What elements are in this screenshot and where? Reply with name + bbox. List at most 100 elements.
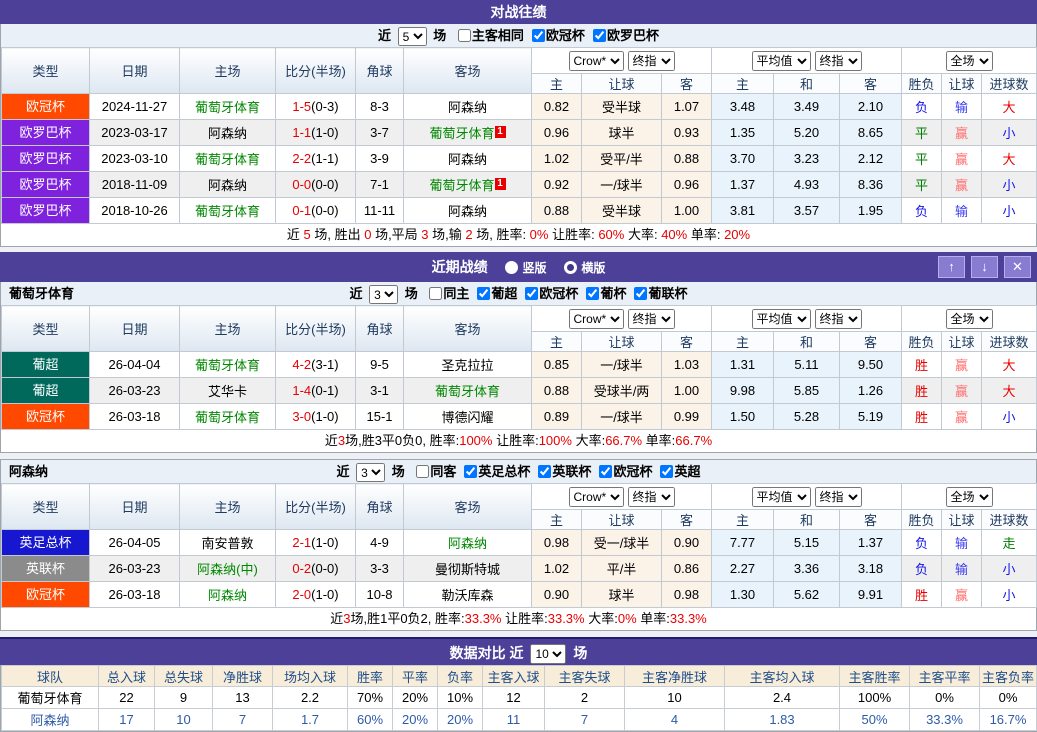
league-filter-checkbox[interactable]	[464, 465, 477, 478]
same-venue-checkbox[interactable]	[416, 465, 429, 478]
half-score: (0-0)	[311, 177, 338, 192]
sub-column-header: 主	[532, 74, 582, 94]
column-header: 主场	[180, 484, 276, 530]
result-value: 小	[1003, 178, 1016, 193]
sub-column-header: 和	[774, 74, 840, 94]
league-filter-checkbox[interactable]	[634, 287, 647, 300]
league-filter-checkbox[interactable]	[660, 465, 673, 478]
result-value: 小	[1003, 562, 1016, 577]
result-cell: 胜	[902, 404, 942, 430]
arrow-down-icon[interactable]: ↓	[971, 256, 998, 278]
result-cell: 负	[902, 556, 942, 582]
full-match-select[interactable]: 全场	[946, 309, 993, 329]
league-filter-checkbox[interactable]	[532, 29, 545, 42]
same-venue-checkbox[interactable]	[458, 29, 471, 42]
close-icon[interactable]: ✕	[1004, 256, 1031, 278]
same-venue-checkbox[interactable]	[429, 287, 442, 300]
away-cell: 葡萄牙体育1	[404, 120, 532, 146]
league-filter-checkbox[interactable]	[477, 287, 490, 300]
odds-cell: 1.00	[662, 378, 712, 404]
league-filter-checkbox[interactable]	[586, 287, 599, 300]
date-cell: 2024-11-27	[90, 94, 180, 120]
scope-select-group: 全场	[902, 306, 1037, 332]
stat-cell: 100%	[840, 687, 910, 709]
average-type-select[interactable]: 平均值	[752, 309, 811, 329]
odds-select-group: Crow*终指	[532, 484, 712, 510]
average-select-group: 平均值终指	[712, 306, 902, 332]
odds-company-select[interactable]: Crow*	[569, 51, 624, 71]
near-games-select[interactable]: 5	[398, 27, 427, 46]
full-match-select[interactable]: 全场	[946, 487, 993, 507]
odds-cell: 一/球半	[582, 172, 662, 198]
away-cell: 圣克拉拉	[404, 352, 532, 378]
stat-cell: 2	[545, 687, 625, 709]
result-cell: 赢	[942, 582, 982, 608]
summary-segment: 0%	[618, 611, 637, 626]
stat-cell: 1.7	[273, 709, 348, 731]
league-filter-checkbox[interactable]	[593, 29, 606, 42]
near-games-select[interactable]: 3	[356, 463, 385, 482]
odds-time-select[interactable]: 终指	[628, 487, 675, 507]
column-header: 客场	[404, 484, 532, 530]
table-row: 欧罗巴杯2023-03-17阿森纳1-1(1-0)3-7葡萄牙体育10.96球半…	[2, 120, 1037, 146]
half-score: (1-0)	[311, 535, 338, 550]
away-cell: 阿森纳	[404, 146, 532, 172]
stat-cell: 10%	[438, 687, 483, 709]
average-type-select[interactable]: 平均值	[752, 51, 811, 71]
odds-company-select[interactable]: Crow*	[569, 487, 624, 507]
corner-cell: 3-1	[356, 378, 404, 404]
compare-near-select[interactable]: 10	[530, 644, 566, 664]
full-match-select[interactable]: 全场	[946, 51, 993, 71]
average-cell: 5.62	[774, 582, 840, 608]
near-games-select[interactable]: 3	[369, 285, 398, 304]
result-cell: 平	[902, 146, 942, 172]
match-table: 类型日期主场比分(半场)角球客场Crow*终指平均值终指全场主让球客主和客胜负让…	[1, 483, 1037, 608]
league-filter-checkbox[interactable]	[599, 465, 612, 478]
average-time-select[interactable]: 终指	[815, 487, 862, 507]
score-cell: 0-0(0-0)	[276, 172, 356, 198]
sub-column-header: 胜负	[902, 332, 942, 352]
result-value: 输	[955, 100, 968, 115]
average-cell: 1.95	[840, 198, 902, 224]
result-value: 负	[915, 562, 928, 577]
league-badge: 欧冠杯	[2, 582, 89, 607]
vertical-layout-radio[interactable]	[505, 261, 518, 274]
average-time-select[interactable]: 终指	[815, 309, 862, 329]
away-cell: 阿森纳	[404, 198, 532, 224]
average-type-select[interactable]: 平均值	[752, 487, 811, 507]
result-cell: 赢	[942, 146, 982, 172]
result-value: 胜	[915, 410, 928, 425]
league-filter-checkbox[interactable]	[538, 465, 551, 478]
odds-time-select[interactable]: 终指	[628, 309, 675, 329]
league-filter-checkbox[interactable]	[525, 287, 538, 300]
away-cell: 曼彻斯特城	[404, 556, 532, 582]
odds-cell: 0.82	[532, 94, 582, 120]
summary-segment: 近	[330, 611, 343, 626]
summary-segment: 让胜率:	[492, 433, 538, 448]
full-score: 2-0	[292, 587, 311, 602]
result-value: 胜	[915, 588, 928, 603]
stat-cell: 0%	[980, 687, 1037, 709]
column-header: 角球	[356, 484, 404, 530]
sub-column-header: 客	[662, 74, 712, 94]
away-team: 圣克拉拉	[441, 358, 493, 373]
league-badge: 英联杯	[2, 556, 89, 581]
vertical-layout-label[interactable]: 竖版	[522, 261, 546, 275]
arrow-up-icon[interactable]: ↑	[938, 256, 965, 278]
horizontal-layout-label[interactable]: 横版	[581, 261, 605, 275]
horizontal-layout-radio[interactable]	[564, 261, 577, 274]
column-header: 日期	[90, 48, 180, 94]
away-cell: 阿森纳	[404, 94, 532, 120]
filter-controls: 近 3 场 同客英足总杯英联杯欧冠杯英超	[337, 464, 701, 479]
league-filter-label: 葡杯	[600, 286, 626, 301]
compare-column-header: 主客胜率	[840, 666, 910, 687]
league-filter-label: 欧冠杯	[546, 28, 585, 43]
odds-company-select[interactable]: Crow*	[569, 309, 624, 329]
average-cell: 3.48	[712, 94, 774, 120]
average-time-select[interactable]: 终指	[815, 51, 862, 71]
odds-time-select[interactable]: 终指	[628, 51, 675, 71]
result-value: 赢	[955, 384, 968, 399]
home-cell: 葡萄牙体育	[180, 404, 276, 430]
result-cell: 负	[902, 530, 942, 556]
compare-column-header: 场均入球	[273, 666, 348, 687]
